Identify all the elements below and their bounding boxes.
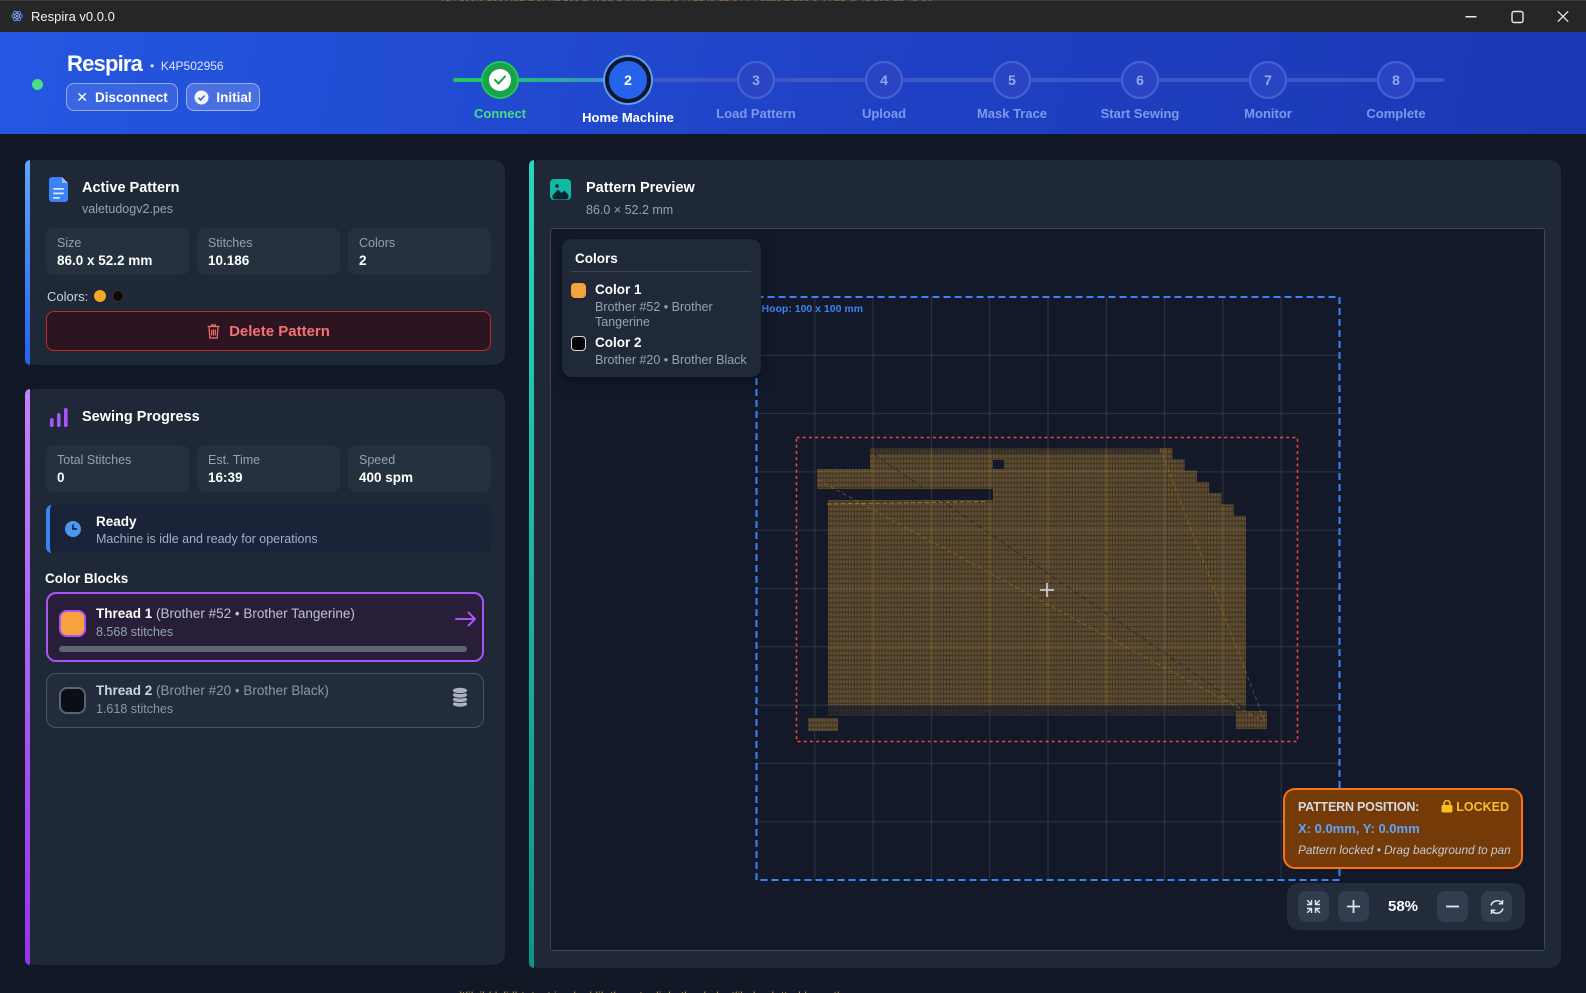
svg-text:Hoop: 100 x 100 mm: Hoop: 100 x 100 mm	[762, 303, 864, 315]
